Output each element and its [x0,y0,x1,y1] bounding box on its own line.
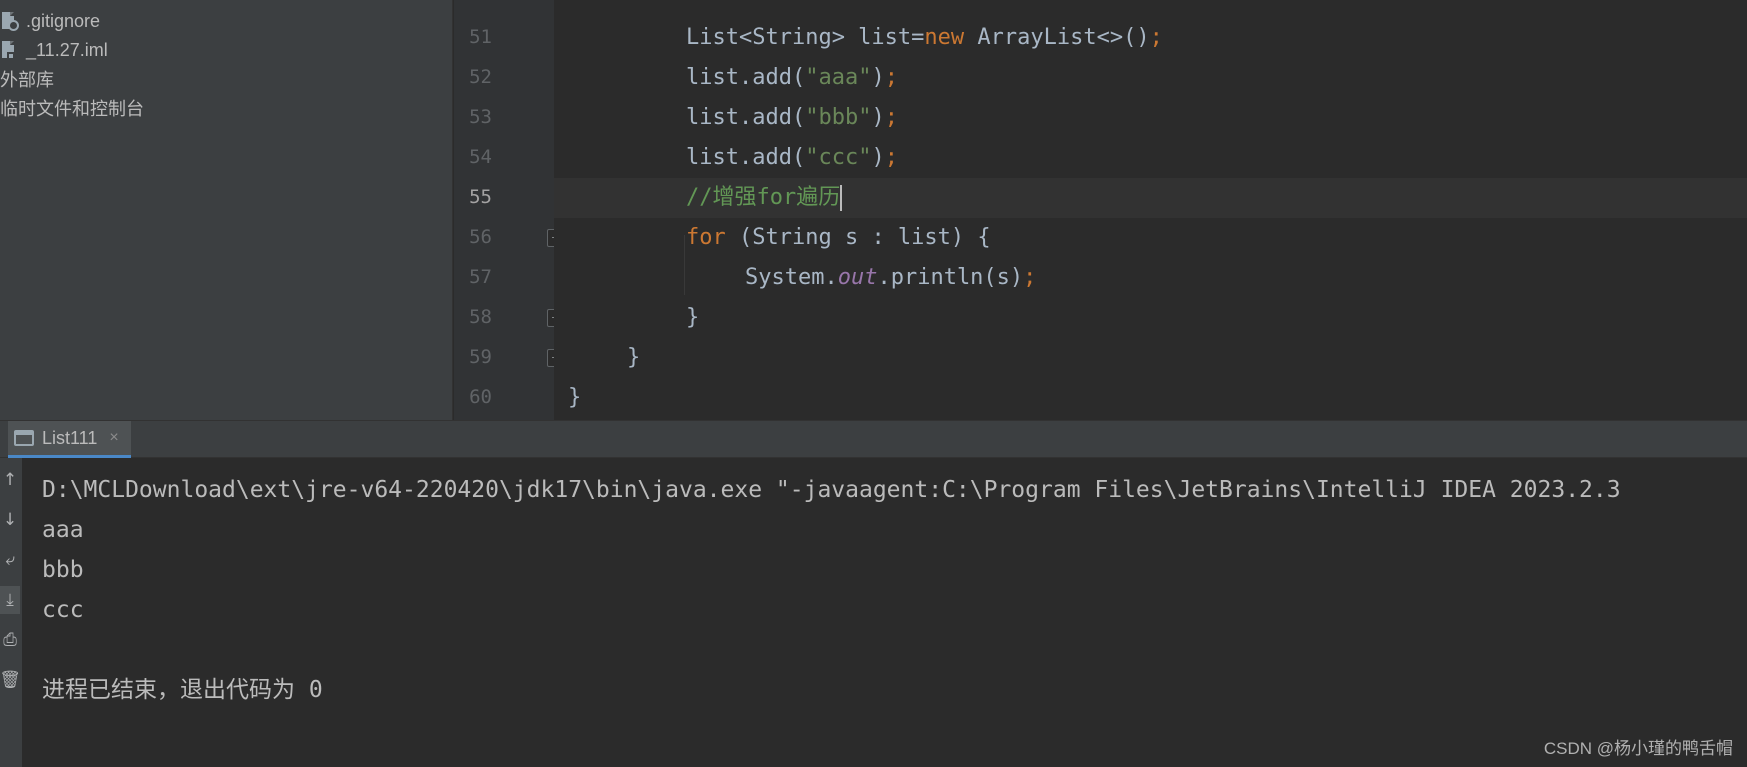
watermark: CSDN @杨小瑾的鸭舌帽 [1543,739,1733,758]
code-line: } [568,385,582,410]
scroll-to-end-icon[interactable]: ⤓ [0,586,20,614]
close-icon[interactable]: × [109,429,118,447]
code-line: } [627,345,641,370]
line-number: 53 [469,106,492,128]
line-number: 60 [469,386,492,408]
line-number: 59 [469,346,492,368]
code-editor[interactable]: List<String> list=new ArrayList<>(); lis… [554,0,1747,420]
console-line: aaa [42,517,84,543]
code-line: list.add("ccc"); [686,145,898,170]
line-number: 56 [469,226,492,248]
console-line: ccc [42,597,84,623]
console-line: bbb [42,557,84,583]
tree-item-label: 临时文件和控制台 [0,99,144,119]
tree-item-scratches-and-consoles[interactable]: 临时文件和控制台 [0,94,144,122]
console-line-exit-status: 进程已结束，退出代码为 0 [42,677,323,703]
tree-item-iml[interactable]: _11.27.iml [0,36,108,64]
line-number: 52 [469,66,492,88]
project-tree-panel: .gitignore _11.27.iml 外部库 临时文件和控制台 [0,0,453,420]
code-line: list.add("aaa"); [686,65,898,90]
line-number: 58 [469,306,492,328]
text-caret [840,185,843,211]
arrow-up-icon[interactable]: ↑ [0,466,20,494]
tab-run-list111[interactable]: List111 × [8,421,131,458]
code-line-current: //增强for遍历 [686,185,843,211]
print-icon[interactable]: ⎙ [0,626,20,654]
line-number: 51 [469,26,492,48]
line-number-current: 55 [469,186,492,208]
code-line: List<String> list=new ArrayList<>(); [686,25,1163,50]
console-icon [14,430,34,446]
code-line: System.out.println(s); [745,265,1037,290]
soft-wrap-icon[interactable]: ⤶ [0,546,20,574]
editor-gutter[interactable]: 51 52 53 54 55 56 57 58 59 60 [454,0,565,420]
code-line: list.add("bbb"); [686,105,898,130]
console-line-command: D:\MCLDownload\ext\jre-v64-220420\jdk17\… [42,477,1621,503]
tree-item-label: 外部库 [0,70,54,90]
run-tab-label: List111 [42,427,98,448]
tree-item-label: .gitignore [26,10,101,31]
line-number: 54 [469,146,492,168]
arrow-down-icon[interactable]: ↓ [0,506,20,534]
code-line: } [686,305,700,330]
tree-item-external-libraries[interactable]: 外部库 [0,65,54,93]
iml-file-icon [0,39,20,61]
run-tool-window-header: List111 × [0,420,1747,458]
line-number: 57 [469,266,492,288]
code-line: for (String s : list) { [686,225,991,250]
trash-icon[interactable]: 🗑 [0,666,21,694]
console-output[interactable]: D:\MCLDownload\ext\jre-v64-220420\jdk17\… [22,458,1747,767]
tree-item-gitignore[interactable]: .gitignore [0,7,100,35]
tree-item-label: _11.27.iml [26,39,108,60]
indent-guide [684,235,685,295]
run-toolbar: ↑ ↓ ⤶ ⤓ ⎙ 🗑 [0,458,22,767]
gitignore-file-icon [0,10,20,32]
